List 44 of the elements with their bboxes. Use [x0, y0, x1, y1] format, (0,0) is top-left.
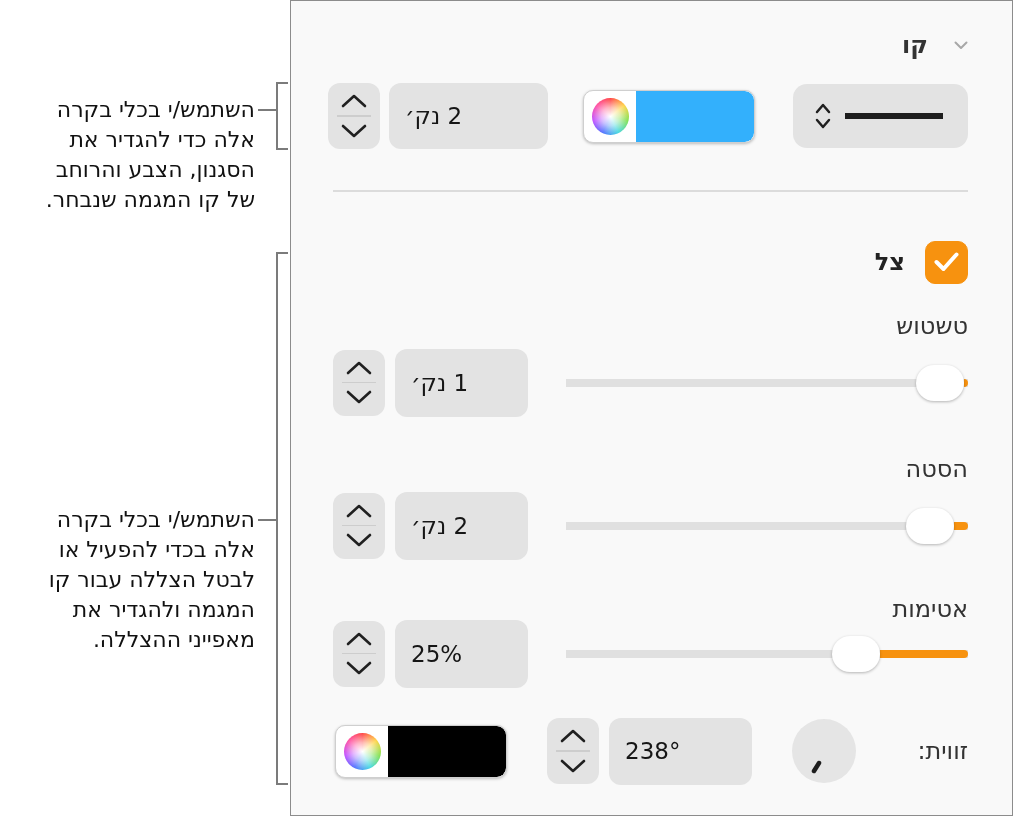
stepper[interactable]: [333, 349, 385, 416]
shadow-checkbox[interactable]: [925, 240, 968, 284]
chevron-up-icon: [346, 360, 372, 375]
color-wheel-icon: [591, 97, 629, 135]
angle-dial[interactable]: [792, 719, 856, 783]
color-well[interactable]: [583, 89, 755, 143]
checkmark-icon: [934, 252, 959, 272]
value-field[interactable]: 2 נק׳: [395, 491, 528, 560]
slider-label: אטימות: [892, 593, 968, 624]
chevron-up-icon: [346, 503, 372, 518]
slider-label: הסטה: [905, 453, 968, 484]
chevron-down-icon: [560, 758, 586, 773]
chevron-down-icon: [341, 123, 367, 138]
slider-label: טשטוש: [896, 310, 968, 341]
value-field[interactable]: 25%: [395, 619, 528, 688]
callout-text: השתמש/י בכלי בקרה אלה בכדי להפעיל או לבטל הצללה עבור קו המגמה ולהגדיר את מאפייני ההצללה.: [47, 506, 255, 654]
value-field[interactable]: 1 נק׳: [395, 348, 528, 417]
chevron-down-icon: [346, 661, 372, 676]
chevron-up-icon: [560, 729, 586, 744]
chevron-up-icon: [341, 94, 367, 109]
stepper[interactable]: [547, 718, 599, 784]
chevron-down-icon: [346, 533, 372, 548]
slider-thumb[interactable]: [916, 364, 965, 401]
slider-thumb[interactable]: [831, 635, 880, 672]
chevron-down-icon[interactable]: [954, 40, 968, 50]
angle-label: זווית:: [917, 737, 968, 765]
shadow-label: צל: [874, 248, 905, 276]
color-wheel-icon: [343, 732, 381, 770]
callout-text: השתמש/י בכלי בקרה אלה כדי להגדיר את הסגנון, הצבע והרוחב של קו המגמה שנבחר.: [44, 96, 255, 214]
section-title: קו: [902, 30, 928, 61]
stepper[interactable]: [328, 83, 380, 149]
line-style-popup[interactable]: [793, 84, 968, 148]
chevron-up-icon: [346, 631, 372, 646]
stepper[interactable]: [333, 620, 385, 687]
slider-thumb[interactable]: [905, 507, 954, 544]
chevron-down-icon: [346, 390, 372, 405]
leader-line: [257, 109, 278, 111]
up-down-chevrons-icon: [815, 102, 831, 130]
bracket-line: [276, 82, 289, 150]
angle-field[interactable]: 238°: [609, 717, 752, 785]
leader-line: [257, 519, 278, 521]
stepper[interactable]: [333, 492, 385, 559]
color-well[interactable]: [335, 724, 507, 778]
width-field[interactable]: 2 נק׳: [389, 83, 548, 149]
